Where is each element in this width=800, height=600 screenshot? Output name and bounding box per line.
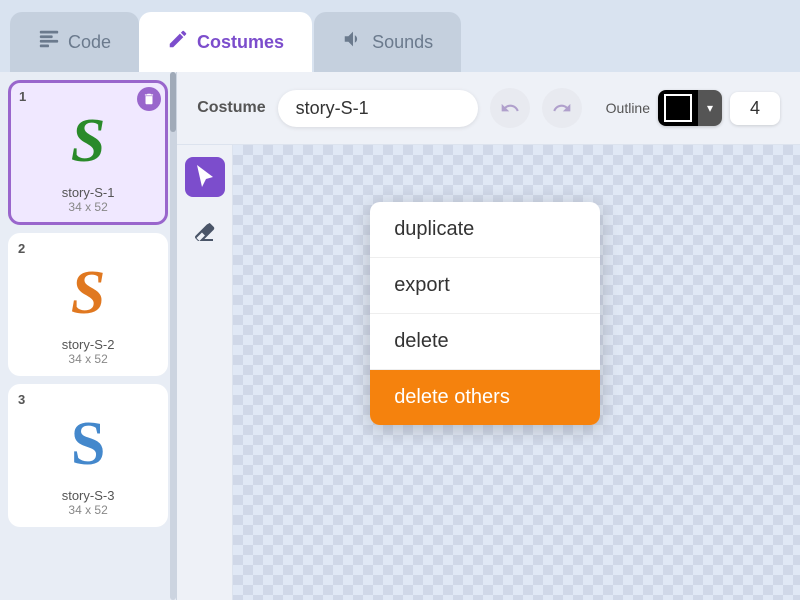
tab-sounds[interactable]: Sounds	[314, 12, 461, 72]
outline-color-button[interactable]: ▾	[658, 90, 722, 126]
costume-number-3: 3	[18, 392, 25, 407]
outline-color-swatch	[658, 90, 698, 126]
select-tool-button[interactable]	[185, 157, 225, 197]
tab-code[interactable]: Code	[10, 12, 139, 72]
tab-costumes-label: Costumes	[197, 32, 284, 53]
scroll-track	[170, 72, 176, 600]
costume-name-input[interactable]	[278, 90, 478, 127]
costume-image-1: S	[48, 101, 128, 181]
costume-list: 1 S story-S-1 34 x 52 2 S story-S-2 34 x…	[0, 72, 177, 600]
outline-label: Outline	[606, 100, 650, 116]
tool-sidebar	[177, 145, 233, 600]
outline-section: Outline ▾ 4	[606, 90, 780, 126]
context-menu-export[interactable]: export	[370, 258, 600, 314]
costume-icon	[167, 28, 189, 56]
costume-image-2: S	[48, 253, 128, 333]
tab-sounds-label: Sounds	[372, 32, 433, 53]
costume-name-2: story-S-2	[62, 337, 115, 352]
eraser-tool-button[interactable]	[185, 213, 225, 253]
costume-item-3[interactable]: 3 S story-S-3 34 x 52	[8, 384, 168, 527]
context-menu-delete-others[interactable]: delete others	[370, 370, 600, 425]
costume-size-1: 34 x 52	[68, 200, 107, 214]
main-content: 1 S story-S-1 34 x 52 2 S story-S-2 34 x…	[0, 72, 800, 600]
costume-image-3: S	[48, 404, 128, 484]
outline-color-inner	[664, 94, 692, 122]
costume-size-2: 34 x 52	[68, 352, 107, 366]
sounds-icon	[342, 28, 364, 56]
costume-item-2[interactable]: 2 S story-S-2 34 x 52	[8, 233, 168, 376]
delete-costume-1-button[interactable]	[137, 87, 161, 111]
scroll-thumb[interactable]	[170, 72, 176, 132]
redo-button[interactable]	[542, 88, 582, 128]
context-menu: duplicate export delete delete others	[370, 202, 600, 425]
tab-code-label: Code	[68, 32, 111, 53]
undo-button[interactable]	[490, 88, 530, 128]
costume-item-1[interactable]: 1 S story-S-1 34 x 52	[8, 80, 168, 225]
outline-dropdown-arrow[interactable]: ▾	[698, 90, 722, 126]
tab-bar: Code Costumes Sounds	[0, 0, 800, 72]
costume-toolbar: Costume Outline ▾	[177, 72, 800, 145]
right-panel: Costume Outline ▾	[177, 72, 800, 600]
tab-costumes[interactable]: Costumes	[139, 12, 312, 72]
costume-name-1: story-S-1	[62, 185, 115, 200]
costume-name-3: story-S-3	[62, 488, 115, 503]
outline-value: 4	[730, 92, 780, 125]
context-menu-duplicate[interactable]: duplicate	[370, 202, 600, 258]
costume-number-2: 2	[18, 241, 25, 256]
code-icon	[38, 28, 60, 56]
context-menu-delete[interactable]: delete	[370, 314, 600, 370]
costume-size-3: 34 x 52	[68, 503, 107, 517]
costume-number-1: 1	[19, 89, 26, 104]
costume-label: Costume	[197, 99, 265, 117]
